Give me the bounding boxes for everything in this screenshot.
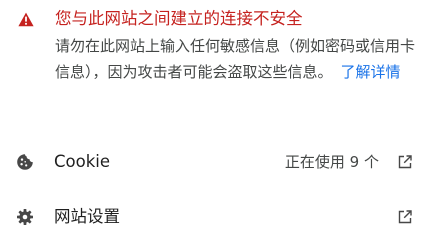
site-info-panel: 您与此网站之间建立的连接不安全 请勿在此网站上输入任何敏感信息（例如密码或信用卡… [0, 0, 435, 245]
learn-more-link[interactable]: 了解详情 [341, 63, 401, 81]
cookie-status: 正在使用 9 个 [284, 153, 379, 171]
warning-triangle-icon [18, 12, 34, 27]
open-external-icon[interactable] [397, 209, 413, 225]
open-external-icon[interactable] [397, 154, 413, 170]
site-settings-label: 网站设置 [54, 207, 120, 226]
security-warning-title: 您与此网站之间建立的连接不安全 [55, 9, 303, 28]
gear-icon [17, 209, 33, 225]
cookie-icon [17, 154, 33, 170]
site-settings-row[interactable]: 网站设置 [0, 197, 435, 237]
cookie-row[interactable]: Cookie 正在使用 9 个 [0, 142, 435, 182]
security-warning-description: 请勿在此网站上输入任何敏感信息（例如密码或信用卡信息），因为攻击者可能会盗取这些… [55, 34, 423, 85]
cookie-label: Cookie [54, 152, 111, 171]
